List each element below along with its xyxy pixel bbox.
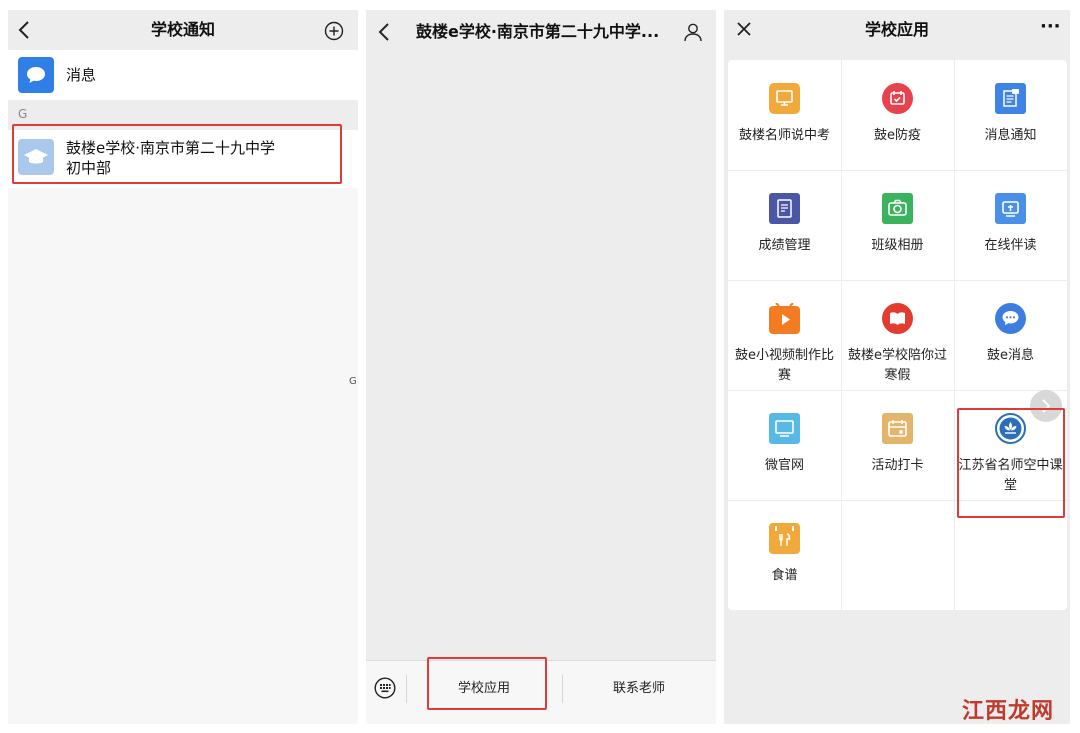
app-label: 食谱 [771, 568, 798, 583]
profile-icon[interactable] [682, 21, 704, 43]
camera-icon [882, 193, 913, 224]
report-icon [769, 193, 800, 224]
highlight-box [12, 124, 342, 184]
screen-icon [769, 413, 800, 444]
message-bubble-icon [18, 57, 54, 93]
app-label: 鼓楼e学校陪你过寒假 [848, 348, 947, 383]
app-label: 鼓e小视频制作比赛 [735, 348, 834, 383]
app-tile[interactable]: 鼓e消息 [954, 280, 1067, 390]
highlight-box [427, 657, 547, 710]
chat-panel: 鼓楼e学校·南京市第二十九中学... 学校应用 联系老师 [366, 10, 716, 724]
chat-bubble-icon [995, 303, 1026, 334]
menu-contact-teacher[interactable]: 联系老师 [562, 661, 716, 717]
app-tile[interactable]: 成绩管理 [728, 170, 841, 280]
more-icon[interactable]: ··· [1040, 10, 1061, 47]
keyboard-icon[interactable] [373, 676, 397, 700]
contacts-panel: 学校通知 消息 G 鼓楼e学校·南京市第二十九中学 初中部 G [8, 10, 358, 724]
apps-panel: 学校应用 ··· 鼓楼名师说中考 鼓e防疫 消息通知 成绩管理 班级相册 在线伴… [724, 10, 1070, 724]
app-label: 鼓楼名师说中考 [738, 128, 830, 143]
app-tile[interactable]: 鼓楼名师说中考 [728, 60, 841, 170]
app-tile[interactable]: 在线伴读 [954, 170, 1067, 280]
calendar-check-icon [882, 83, 913, 114]
back-icon[interactable] [374, 22, 394, 42]
app-label: 活动打卡 [871, 458, 924, 473]
app-label: 微官网 [764, 458, 804, 473]
app-label: 鼓e防疫 [874, 128, 921, 143]
recipe-icon [769, 523, 800, 554]
list-item-messages[interactable]: 消息 [8, 50, 358, 100]
monitor-icon [769, 83, 800, 114]
app-label: 消息通知 [984, 128, 1037, 143]
book-icon [882, 303, 913, 334]
checkin-icon [882, 413, 913, 444]
page-title: 学校应用 [864, 20, 929, 39]
page-title: 学校通知 [150, 20, 215, 39]
app-label: 鼓e消息 [987, 348, 1034, 363]
app-label: 在线伴读 [984, 238, 1037, 253]
header-bar: 学校通知 [8, 10, 358, 50]
app-label: 班级相册 [871, 238, 924, 253]
video-play-icon [769, 302, 800, 334]
section-letter: G [18, 107, 28, 121]
app-tile[interactable]: 食谱 [728, 500, 841, 610]
header-bar: 学校应用 ··· [724, 10, 1070, 50]
app-tile[interactable]: 消息通知 [954, 60, 1067, 170]
index-letter[interactable]: G [349, 376, 357, 387]
app-tile[interactable]: 鼓e小视频制作比赛 [728, 280, 841, 390]
app-tile[interactable]: 鼓楼e学校陪你过寒假 [841, 280, 954, 390]
reading-icon [995, 193, 1026, 224]
app-tile[interactable]: 鼓e防疫 [841, 60, 954, 170]
add-icon[interactable] [323, 20, 345, 42]
header-bar: 鼓楼e学校·南京市第二十九中学... [366, 10, 716, 54]
watermark-text: 江西龙网 [961, 699, 1054, 724]
notice-icon [995, 83, 1026, 114]
app-tile[interactable]: 班级相册 [841, 170, 954, 280]
highlight-box [957, 408, 1065, 518]
app-label: 成绩管理 [758, 238, 811, 253]
app-grid: 鼓楼名师说中考 鼓e防疫 消息通知 成绩管理 班级相册 在线伴读 鼓e小视频制作… [728, 60, 1067, 610]
messages-label: 消息 [66, 66, 97, 84]
app-tile[interactable]: 活动打卡 [841, 390, 954, 500]
chat-title: 鼓楼e学校·南京市第二十九中学... [416, 22, 660, 41]
app-tile[interactable]: 微官网 [728, 390, 841, 500]
